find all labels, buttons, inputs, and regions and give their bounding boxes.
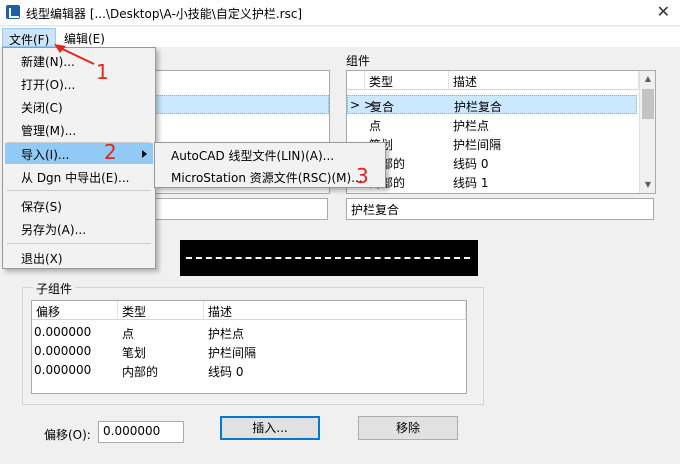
subcomponents-col-offset[interactable]: 偏移	[32, 301, 118, 320]
annotation-step-1: 1	[96, 60, 109, 84]
close-icon[interactable]: ✕	[657, 2, 670, 21]
subcomponent-row[interactable]: 0.000000 内部的 线码 0	[32, 361, 466, 380]
app-icon	[6, 5, 20, 19]
title-bar: 线型编辑器 [...\Desktop\A-小技能\自定义护栏.rsc] ✕	[0, 0, 680, 26]
menu-item-import-label: 导入(I)...	[21, 148, 70, 162]
scroll-up-icon[interactable]: ▲	[640, 71, 655, 87]
scroll-thumb[interactable]	[642, 89, 654, 119]
menu-item-import[interactable]: 导入(I)...	[5, 143, 153, 164]
component-row[interactable]: 点 护栏点	[347, 115, 637, 134]
scroll-down-icon[interactable]: ▼	[640, 177, 655, 193]
components-col-desc[interactable]: 描述	[449, 71, 639, 90]
component-row[interactable]: > > 复合 护栏复合	[347, 95, 637, 114]
component-desc: 线码 1	[453, 176, 489, 190]
import-submenu: AutoCAD 线型文件(LIN)(A)... MicroStation 资源文…	[154, 142, 386, 188]
component-type: 点	[369, 119, 382, 133]
subcomponents-group: 子组件 偏移 类型 描述 0.000000 点 护栏点 0.000000 笔划 …	[22, 280, 484, 405]
file-menu-dropdown: 新建(N)... 打开(O)... 关闭(C) 管理(M)... 导入(I)..…	[2, 47, 156, 269]
component-desc: 线码 0	[453, 157, 489, 171]
subcomponents-col-desc[interactable]: 描述	[204, 301, 466, 320]
subcomponent-row[interactable]: 0.000000 笔划 护栏间隔	[32, 342, 466, 361]
subcomponents-col-type[interactable]: 类型	[118, 301, 204, 320]
subcomponents-label: 子组件	[33, 280, 76, 297]
annotation-step-2: 2	[104, 140, 117, 164]
subcomponent-row[interactable]: 0.000000 点 护栏点	[32, 323, 466, 342]
preview-dashed-line	[186, 257, 470, 259]
menu-item-exit[interactable]: 退出(X)	[5, 247, 153, 268]
menu-item-export-dgn[interactable]: 从 Dgn 中导出(E)...	[5, 166, 153, 187]
component-row[interactable]: 内部的 线码 0	[347, 153, 637, 172]
annotation-step-3: 3	[356, 164, 369, 188]
insert-button[interactable]: 插入...	[220, 416, 320, 440]
menu-item-manage[interactable]: 管理(M)...	[5, 119, 153, 140]
line-style-row-selected[interactable]	[153, 95, 329, 114]
component-desc: 护栏复合	[454, 100, 503, 114]
subcomponent-type: 内部的	[122, 365, 159, 379]
menu-separator	[7, 243, 151, 244]
subcomponent-type: 笔划	[122, 346, 147, 360]
subcomponent-offset: 0.000000	[34, 363, 92, 377]
submenu-item-microstation-rsc[interactable]: MicroStation 资源文件(RSC)(M)...	[157, 166, 383, 187]
menu-separator	[7, 190, 151, 191]
component-desc: 护栏间隔	[453, 138, 502, 152]
components-list[interactable]: 类型 描述 > > 复合 护栏复合 点 护栏点 笔划 护栏间隔 内部的 线码 0…	[346, 70, 656, 194]
line-preview	[180, 240, 478, 276]
window-title: 线型编辑器 [...\Desktop\A-小技能\自定义护栏.rsc]	[26, 7, 303, 21]
menu-item-save-as[interactable]: 另存为(A)...	[5, 218, 153, 239]
offset-field[interactable]: 0.000000	[98, 421, 184, 443]
menu-item-close[interactable]: 关闭(C)	[5, 96, 153, 117]
components-label: 组件	[346, 54, 371, 68]
subcomponent-desc: 护栏间隔	[208, 346, 257, 360]
menu-item-open[interactable]: 打开(O)...	[5, 73, 153, 94]
component-type: 复合	[370, 100, 395, 114]
submenu-arrow-icon	[142, 150, 147, 158]
subcomponent-desc: 线码 0	[208, 365, 244, 379]
components-header-spacer	[347, 71, 365, 90]
subcomponent-type: 点	[122, 327, 135, 341]
submenu-item-autocad-lin[interactable]: AutoCAD 线型文件(LIN)(A)...	[157, 144, 383, 165]
offset-label: 偏移(O):	[44, 428, 91, 442]
menu-item-save[interactable]: 保存(S)	[5, 195, 153, 216]
component-row[interactable]: 内部的 线码 1	[347, 172, 637, 191]
components-scrollbar[interactable]: ▲ ▼	[639, 71, 655, 193]
menu-file[interactable]: 文件(F)	[2, 28, 57, 47]
component-desc: 护栏点	[453, 119, 490, 133]
subcomponent-desc: 护栏点	[208, 327, 245, 341]
subcomponents-header: 偏移 类型 描述	[32, 301, 466, 320]
components-header: 类型 描述	[347, 71, 639, 90]
subcomponent-offset: 0.000000	[34, 325, 92, 339]
subcomponent-offset: 0.000000	[34, 344, 92, 358]
remove-button[interactable]: 移除	[358, 416, 458, 440]
component-desc-field[interactable]: 护栏复合	[346, 198, 654, 220]
component-row[interactable]: 笔划 护栏间隔	[347, 134, 637, 153]
components-col-type[interactable]: 类型	[365, 71, 449, 90]
subcomponents-list[interactable]: 偏移 类型 描述 0.000000 点 护栏点 0.000000 笔划 护栏间隔…	[31, 300, 467, 394]
